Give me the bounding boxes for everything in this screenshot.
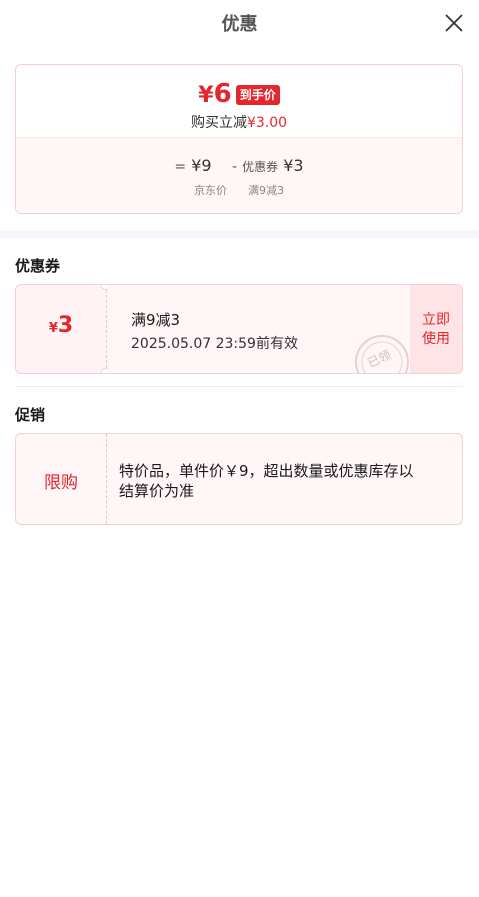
use-now-button[interactable]: 立即使用 bbox=[410, 285, 462, 373]
divider bbox=[15, 386, 463, 387]
final-price-row: ¥6 到手价 bbox=[16, 79, 462, 111]
currency-symbol: ¥ bbox=[198, 83, 214, 108]
coupon-value-number: 3 bbox=[57, 313, 74, 338]
promo-tag-label: 限购 bbox=[44, 473, 78, 493]
final-price-badge: 到手价 bbox=[235, 85, 280, 105]
coupon-info: 满9减3 2025.05.07 23:59前有效 已领 bbox=[108, 285, 411, 373]
coupon-section-title: 优惠券 bbox=[15, 257, 61, 275]
promo-tag: 限购 bbox=[16, 434, 106, 524]
coupon-rule-label: 满9减3 bbox=[247, 184, 284, 197]
reduce-line: 购买立减¥3.00 bbox=[16, 112, 462, 132]
coupon-card: ¥3 满9减3 2025.05.07 23:59前有效 已领 立即使用 bbox=[15, 284, 463, 374]
reduce-amount: ¥3.00 bbox=[246, 115, 288, 131]
final-price-value: 6 bbox=[213, 79, 232, 109]
final-price: ¥6 bbox=[198, 79, 231, 111]
promo-card: 限购 特价品，单件价￥9，超出数量或优惠库存以结算价为准 bbox=[15, 433, 463, 525]
promo-divider bbox=[106, 434, 107, 524]
price-calc-row: = ¥9 - 优惠券 ¥3 bbox=[16, 156, 462, 175]
equals-sign: = bbox=[174, 159, 187, 175]
section-divider bbox=[0, 230, 479, 238]
coupon-name: 满9减3 bbox=[131, 311, 181, 329]
final-price-area: ¥6 到手价 购买立减¥3.00 bbox=[16, 65, 462, 137]
coupon-sheet: 优惠 ¥6 到手价 购买立减¥3.00 = ¥9 - 优惠券 ¥3 京东价 满9… bbox=[0, 0, 479, 897]
price-calc-labels: 京东价 满9减3 bbox=[16, 182, 462, 198]
header: 优惠 bbox=[0, 0, 479, 46]
promo-section-title: 促销 bbox=[15, 406, 46, 424]
coupon-label: 优惠券 bbox=[242, 160, 279, 174]
coupon-value-area: ¥3 bbox=[16, 285, 106, 373]
promo-text: 特价品，单件价￥9，超出数量或优惠库存以结算价为准 bbox=[119, 462, 414, 500]
minus-sign: - bbox=[231, 159, 238, 175]
base-price-label: 京东价 bbox=[194, 184, 227, 197]
price-summary-card: ¥6 到手价 购买立减¥3.00 = ¥9 - 优惠券 ¥3 京东价 满9减3 bbox=[15, 64, 463, 214]
close-button[interactable] bbox=[443, 12, 465, 34]
coupon-divider bbox=[106, 285, 107, 373]
coupon-amount: ¥3 bbox=[283, 156, 304, 175]
use-now-label: 立即使用 bbox=[422, 312, 450, 347]
price-breakdown: = ¥9 - 优惠券 ¥3 京东价 满9减3 bbox=[16, 137, 462, 213]
coupon-value: ¥3 bbox=[16, 313, 106, 338]
coupon-currency: ¥ bbox=[48, 321, 58, 336]
base-price: ¥9 bbox=[191, 156, 212, 175]
coupon-expiry: 2025.05.07 23:59前有效 bbox=[131, 336, 298, 352]
reduce-text: 购买立减 bbox=[190, 115, 247, 131]
page-title: 优惠 bbox=[221, 14, 258, 35]
close-icon bbox=[445, 14, 463, 32]
claimed-stamp-icon: 已领 bbox=[353, 333, 411, 373]
